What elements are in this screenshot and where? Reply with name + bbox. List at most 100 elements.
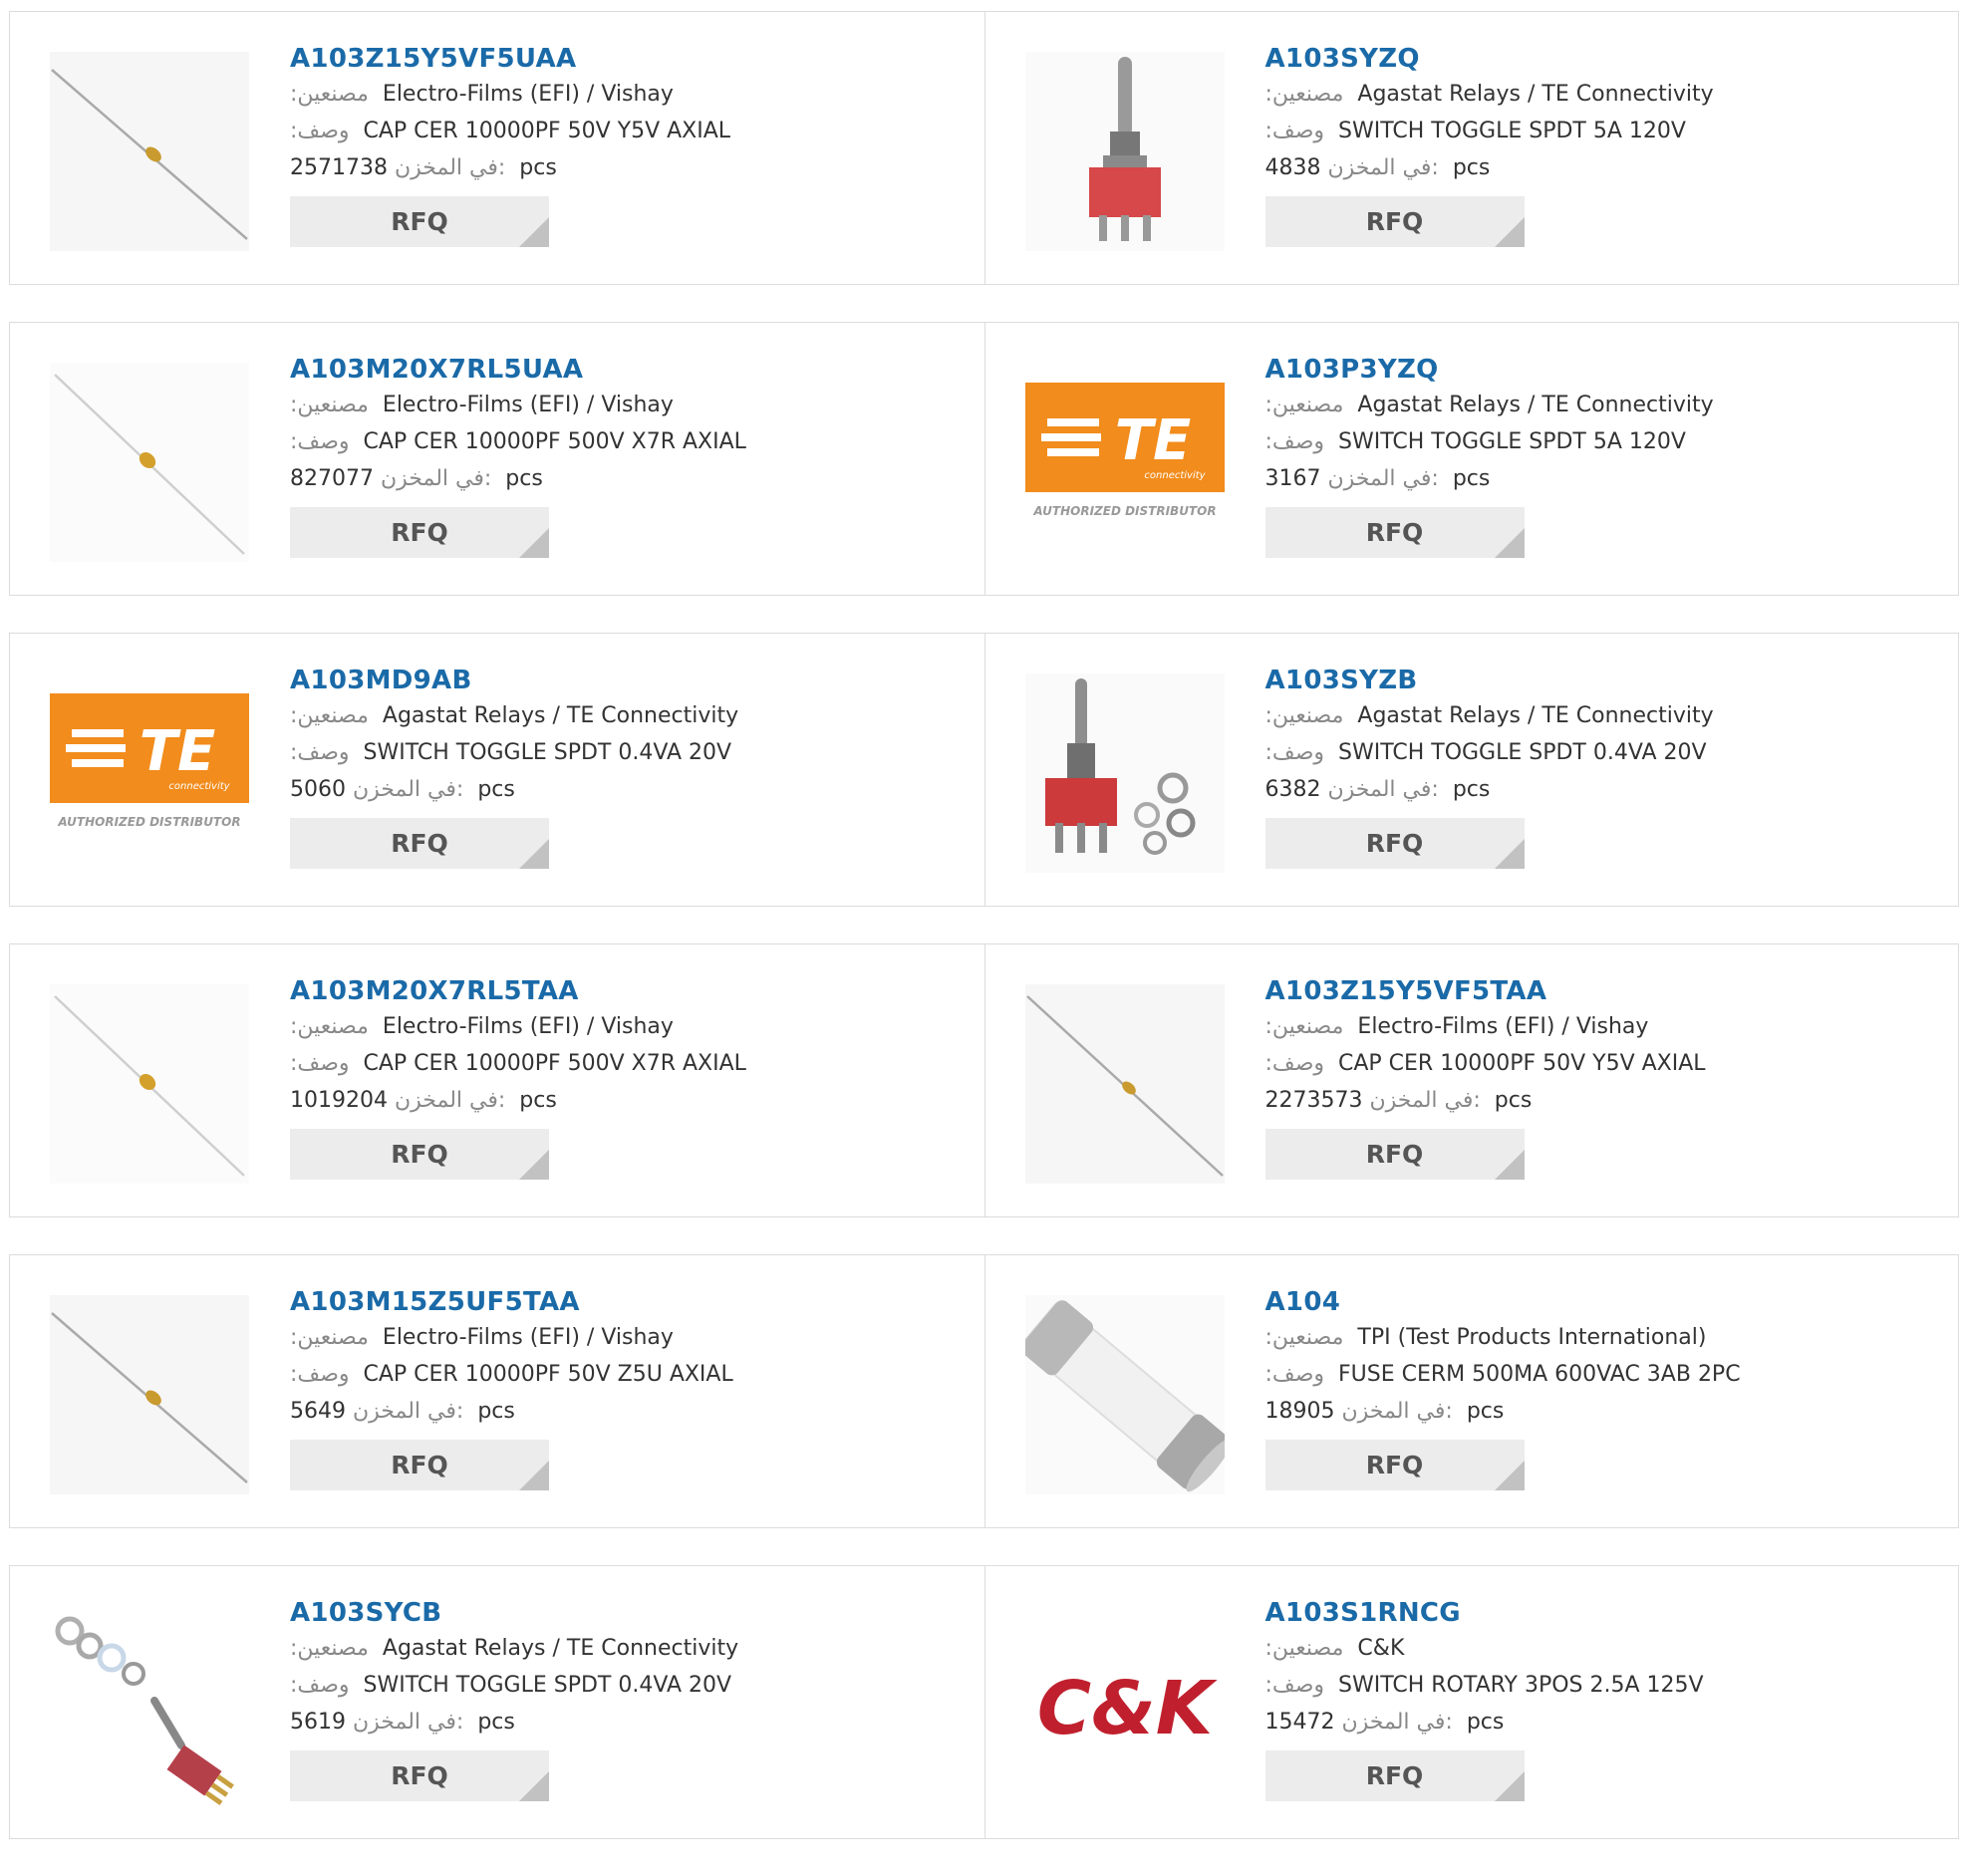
manufacturer-value: Electro-Films (EFI) / Vishay (382, 82, 674, 107)
rfq-button[interactable]: RFQ (1264, 1440, 1525, 1490)
manufacturer-label: :مصنعين (290, 1636, 369, 1661)
rfq-button[interactable]: RFQ (290, 1750, 549, 1801)
manufacturer-label: :مصنعين (290, 1325, 369, 1350)
manufacturer-line: :مصنعين C&K (1265, 1630, 1949, 1667)
rfq-button[interactable]: RFQ (1264, 196, 1525, 247)
manufacturer-line: :مصنعين TPI (Test Products International) (1265, 1319, 1949, 1356)
description-line: :وصف CAP CER 10000PF 500V X7R AXIAL (290, 423, 975, 460)
description-line: :وصف SWITCH TOGGLE SPDT 5A 120V (1265, 423, 1949, 460)
description-label: :وصف (290, 740, 350, 765)
description-label: :وصف (290, 1362, 350, 1387)
rfq-button[interactable]: RFQ (1264, 507, 1525, 558)
product-card: A103M15Z5UF5TAA :مصنعين Electro-Films (EF… (10, 1255, 984, 1527)
rfq-button[interactable]: RFQ (1264, 1750, 1525, 1801)
stock-unit: pcs (519, 1088, 557, 1113)
description-label: :وصف (290, 1051, 350, 1076)
description-line: :وصف SWITCH TOGGLE SPDT 0.4VA 20V (290, 734, 975, 771)
stock-unit: pcs (1452, 777, 1491, 802)
stock-value: 18905 (1264, 1399, 1335, 1424)
description-value: SWITCH TOGGLE SPDT 5A 120V (1338, 119, 1686, 143)
axial-capacitor-icon[interactable] (1024, 984, 1225, 1184)
product-card: A103M20X7RL5UAA :مصنعين Electro-Films (EF… (10, 323, 984, 595)
description-label: :وصف (1264, 740, 1325, 765)
product-card: C&K A103S1RNCG :مصنعين C&K :وصف SWITCH ROT… (983, 1566, 1959, 1838)
description-line: :وصف FUSE CERM 500MA 600VAC 3AB 2PC (1265, 1356, 1949, 1393)
axial-capacitor-icon[interactable] (50, 1295, 249, 1494)
manufacturer-value: Agastat Relays / TE Connectivity (1357, 82, 1714, 107)
toggle-switch-angled-icon[interactable] (50, 1606, 249, 1805)
toggle-switch-icon[interactable] (1024, 52, 1225, 251)
stock-value: 3167 (1264, 466, 1321, 491)
manufacturer-value: Agastat Relays / TE Connectivity (1357, 393, 1714, 417)
stock-unit: pcs (1452, 466, 1491, 491)
rfq-button[interactable]: RFQ (290, 818, 549, 869)
te-logo-text: TE (140, 719, 215, 784)
product-card: A103SYZB :مصنعين Agastat Relays / TE Conn… (983, 634, 1959, 906)
manufacturer-line: :مصنعين Agastat Relays / TE Connectivity (1265, 76, 1949, 113)
description-line: :وصف CAP CER 10000PF 50V Y5V AXIAL (290, 113, 975, 149)
part-number-link[interactable]: A103SYZQ (1265, 42, 1949, 76)
description-line: :وصف SWITCH TOGGLE SPDT 0.4VA 20V (290, 1667, 975, 1704)
manufacturer-label: :مصنعين (1264, 1636, 1344, 1661)
product-row: A103M20X7RL5UAA :مصنعين Electro-Films (EF… (9, 322, 1959, 596)
stock-label: في المخزن: (380, 466, 492, 491)
part-number-link[interactable]: A104 (1265, 1285, 1949, 1319)
stock-unit: pcs (505, 466, 543, 491)
cartridge-fuse-icon[interactable] (1024, 1295, 1225, 1494)
stock-unit: pcs (1466, 1399, 1505, 1424)
te-logo[interactable]: TE connectivity AUTHORIZED DISTRIBUTOR (1024, 363, 1225, 562)
part-number-link[interactable]: A103SYZB (1265, 664, 1949, 697)
stock-label: في المخزن: (353, 777, 464, 802)
product-card: A103SYCB :مصنعين Agastat Relays / TE Conn… (10, 1566, 984, 1838)
axial-capacitor-icon[interactable] (50, 984, 249, 1184)
product-card: TE connectivity AUTHORIZED DISTRIBUTOR A10… (10, 634, 984, 906)
description-value: FUSE CERM 500MA 600VAC 3AB 2PC (1338, 1362, 1741, 1387)
part-number-link[interactable]: A103SYCB (290, 1596, 975, 1630)
part-number-link[interactable]: A103M20X7RL5TAA (290, 974, 975, 1008)
description-value: SWITCH TOGGLE SPDT 0.4VA 20V (363, 1673, 732, 1698)
description-value: CAP CER 10000PF 50V Z5U AXIAL (363, 1362, 733, 1387)
manufacturer-label: :مصنعين (290, 82, 369, 107)
stock-label: في المخزن: (1369, 1088, 1481, 1113)
part-number-link[interactable]: A103Z15Y5VF5TAA (1265, 974, 1949, 1008)
part-number-link[interactable]: A103P3YZQ (1265, 353, 1949, 387)
stock-value: 1019204 (290, 1088, 388, 1113)
rfq-button[interactable]: RFQ (1264, 818, 1525, 869)
description-line: :وصف CAP CER 10000PF 50V Z5U AXIAL (290, 1356, 975, 1393)
rfq-button[interactable]: RFQ (290, 196, 549, 247)
product-card: A103Z15Y5VF5UAA :مصنعين Electro-Films (EF… (10, 12, 984, 284)
toggle-switch-with-nuts-icon[interactable] (1024, 673, 1225, 873)
part-number-link[interactable]: A103Z15Y5VF5UAA (290, 42, 975, 76)
description-value: SWITCH TOGGLE SPDT 0.4VA 20V (363, 740, 732, 765)
manufacturer-line: :مصنعين Electro-Films (EFI) / Vishay (290, 1319, 975, 1356)
rfq-button[interactable]: RFQ (290, 507, 549, 558)
manufacturer-label: :مصنعين (1264, 393, 1344, 417)
product-card: A104 :مصنعين TPI (Test Products Internati… (983, 1255, 1959, 1527)
te-logo[interactable]: TE connectivity AUTHORIZED DISTRIBUTOR (50, 673, 249, 873)
stock-value: 4838 (1264, 155, 1321, 180)
part-number-link[interactable]: A103MD9AB (290, 664, 975, 697)
axial-capacitor-icon[interactable] (50, 363, 249, 562)
stock-label: في المخزن: (1327, 777, 1439, 802)
manufacturer-line: :مصنعين Agastat Relays / TE Connectivity (1265, 387, 1949, 423)
rfq-button[interactable]: RFQ (290, 1440, 549, 1490)
part-number-link[interactable]: A103S1RNCG (1265, 1596, 1949, 1630)
ck-logo-text: C&K (1036, 1666, 1217, 1751)
description-label: :وصف (1264, 1051, 1325, 1076)
manufacturer-label: :مصنعين (290, 703, 369, 728)
stock-line: 827077 في المخزن: pcs (290, 460, 975, 497)
rfq-button[interactable]: RFQ (1264, 1129, 1525, 1180)
manufacturer-value: Agastat Relays / TE Connectivity (382, 1636, 739, 1661)
description-value: CAP CER 10000PF 500V X7R AXIAL (363, 1051, 746, 1076)
rfq-button[interactable]: RFQ (290, 1129, 549, 1180)
part-number-link[interactable]: A103M20X7RL5UAA (290, 353, 975, 387)
description-value: SWITCH ROTARY 3POS 2.5A 125V (1338, 1673, 1704, 1698)
stock-line: 2273573 في المخزن: pcs (1265, 1082, 1949, 1119)
manufacturer-label: :مصنعين (290, 393, 369, 417)
ck-logo[interactable]: C&K (1024, 1606, 1225, 1805)
axial-capacitor-icon[interactable] (50, 52, 249, 251)
description-value: SWITCH TOGGLE SPDT 5A 120V (1338, 429, 1686, 454)
description-label: :وصف (290, 429, 350, 454)
stock-line: 6382 في المخزن: pcs (1265, 771, 1949, 808)
part-number-link[interactable]: A103M15Z5UF5TAA (290, 1285, 975, 1319)
